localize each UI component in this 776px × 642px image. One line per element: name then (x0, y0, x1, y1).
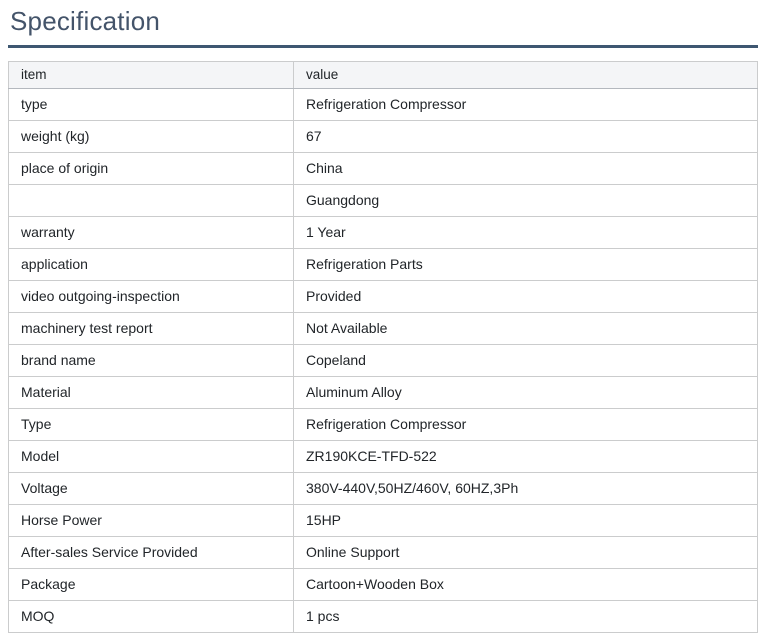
specification-table: item value type Refrigeration Compressor… (8, 61, 758, 633)
table-row: After-sales Service Provided Online Supp… (8, 536, 758, 569)
spec-value-cell: Refrigeration Parts (293, 248, 758, 281)
spec-value-cell: 1 pcs (293, 600, 758, 633)
spec-item-cell: Package (8, 568, 294, 601)
spec-item-cell: Model (8, 440, 294, 473)
spec-value-cell: Cartoon+Wooden Box (293, 568, 758, 601)
table-row: Horse Power 15HP (8, 504, 758, 537)
spec-value-cell: 380V-440V,50HZ/460V, 60HZ,3Ph (293, 472, 758, 505)
table-row: video outgoing-inspection Provided (8, 280, 758, 313)
spec-item-cell: machinery test report (8, 312, 294, 345)
page-title: Specification (8, 0, 758, 48)
spec-value-cell: China (293, 152, 758, 185)
spec-value-cell: 1 Year (293, 216, 758, 249)
spec-item-cell: Horse Power (8, 504, 294, 537)
spec-value-cell: Copeland (293, 344, 758, 377)
table-row: Material Aluminum Alloy (8, 376, 758, 409)
table-header-row: item value (8, 61, 758, 89)
table-row: Package Cartoon+Wooden Box (8, 568, 758, 601)
table-row: application Refrigeration Parts (8, 248, 758, 281)
spec-value-cell: 15HP (293, 504, 758, 537)
table-row: weight (kg) 67 (8, 120, 758, 153)
column-header-value: value (293, 61, 758, 89)
spec-item-cell: weight (kg) (8, 120, 294, 153)
table-row: Model ZR190KCE-TFD-522 (8, 440, 758, 473)
spec-value-cell: Provided (293, 280, 758, 313)
spec-value-cell: Aluminum Alloy (293, 376, 758, 409)
column-header-item: item (8, 61, 294, 89)
spec-value-cell: Online Support (293, 536, 758, 569)
spec-table-body: type Refrigeration Compressor weight (kg… (8, 88, 758, 633)
spec-value-cell: Guangdong (293, 184, 758, 217)
spec-item-cell: video outgoing-inspection (8, 280, 294, 313)
spec-item-cell: place of origin (8, 152, 294, 185)
spec-value-cell: ZR190KCE-TFD-522 (293, 440, 758, 473)
spec-value-cell: 67 (293, 120, 758, 153)
table-row: Guangdong (8, 184, 758, 217)
spec-item-cell (8, 184, 294, 217)
spec-value-cell: Refrigeration Compressor (293, 408, 758, 441)
table-row: Voltage 380V-440V,50HZ/460V, 60HZ,3Ph (8, 472, 758, 505)
spec-item-cell: warranty (8, 216, 294, 249)
spec-item-cell: MOQ (8, 600, 294, 633)
table-row: warranty 1 Year (8, 216, 758, 249)
spec-item-cell: Voltage (8, 472, 294, 505)
spec-item-cell: Type (8, 408, 294, 441)
table-row: place of origin China (8, 152, 758, 185)
spec-item-cell: brand name (8, 344, 294, 377)
table-row: MOQ 1 pcs (8, 600, 758, 633)
table-row: machinery test report Not Available (8, 312, 758, 345)
table-row: Type Refrigeration Compressor (8, 408, 758, 441)
spec-item-cell: application (8, 248, 294, 281)
table-row: brand name Copeland (8, 344, 758, 377)
table-row: type Refrigeration Compressor (8, 88, 758, 121)
spec-value-cell: Not Available (293, 312, 758, 345)
spec-item-cell: After-sales Service Provided (8, 536, 294, 569)
spec-item-cell: type (8, 88, 294, 121)
specification-page: Specification item value type Refrigerat… (0, 0, 776, 642)
spec-item-cell: Material (8, 376, 294, 409)
spec-value-cell: Refrigeration Compressor (293, 88, 758, 121)
